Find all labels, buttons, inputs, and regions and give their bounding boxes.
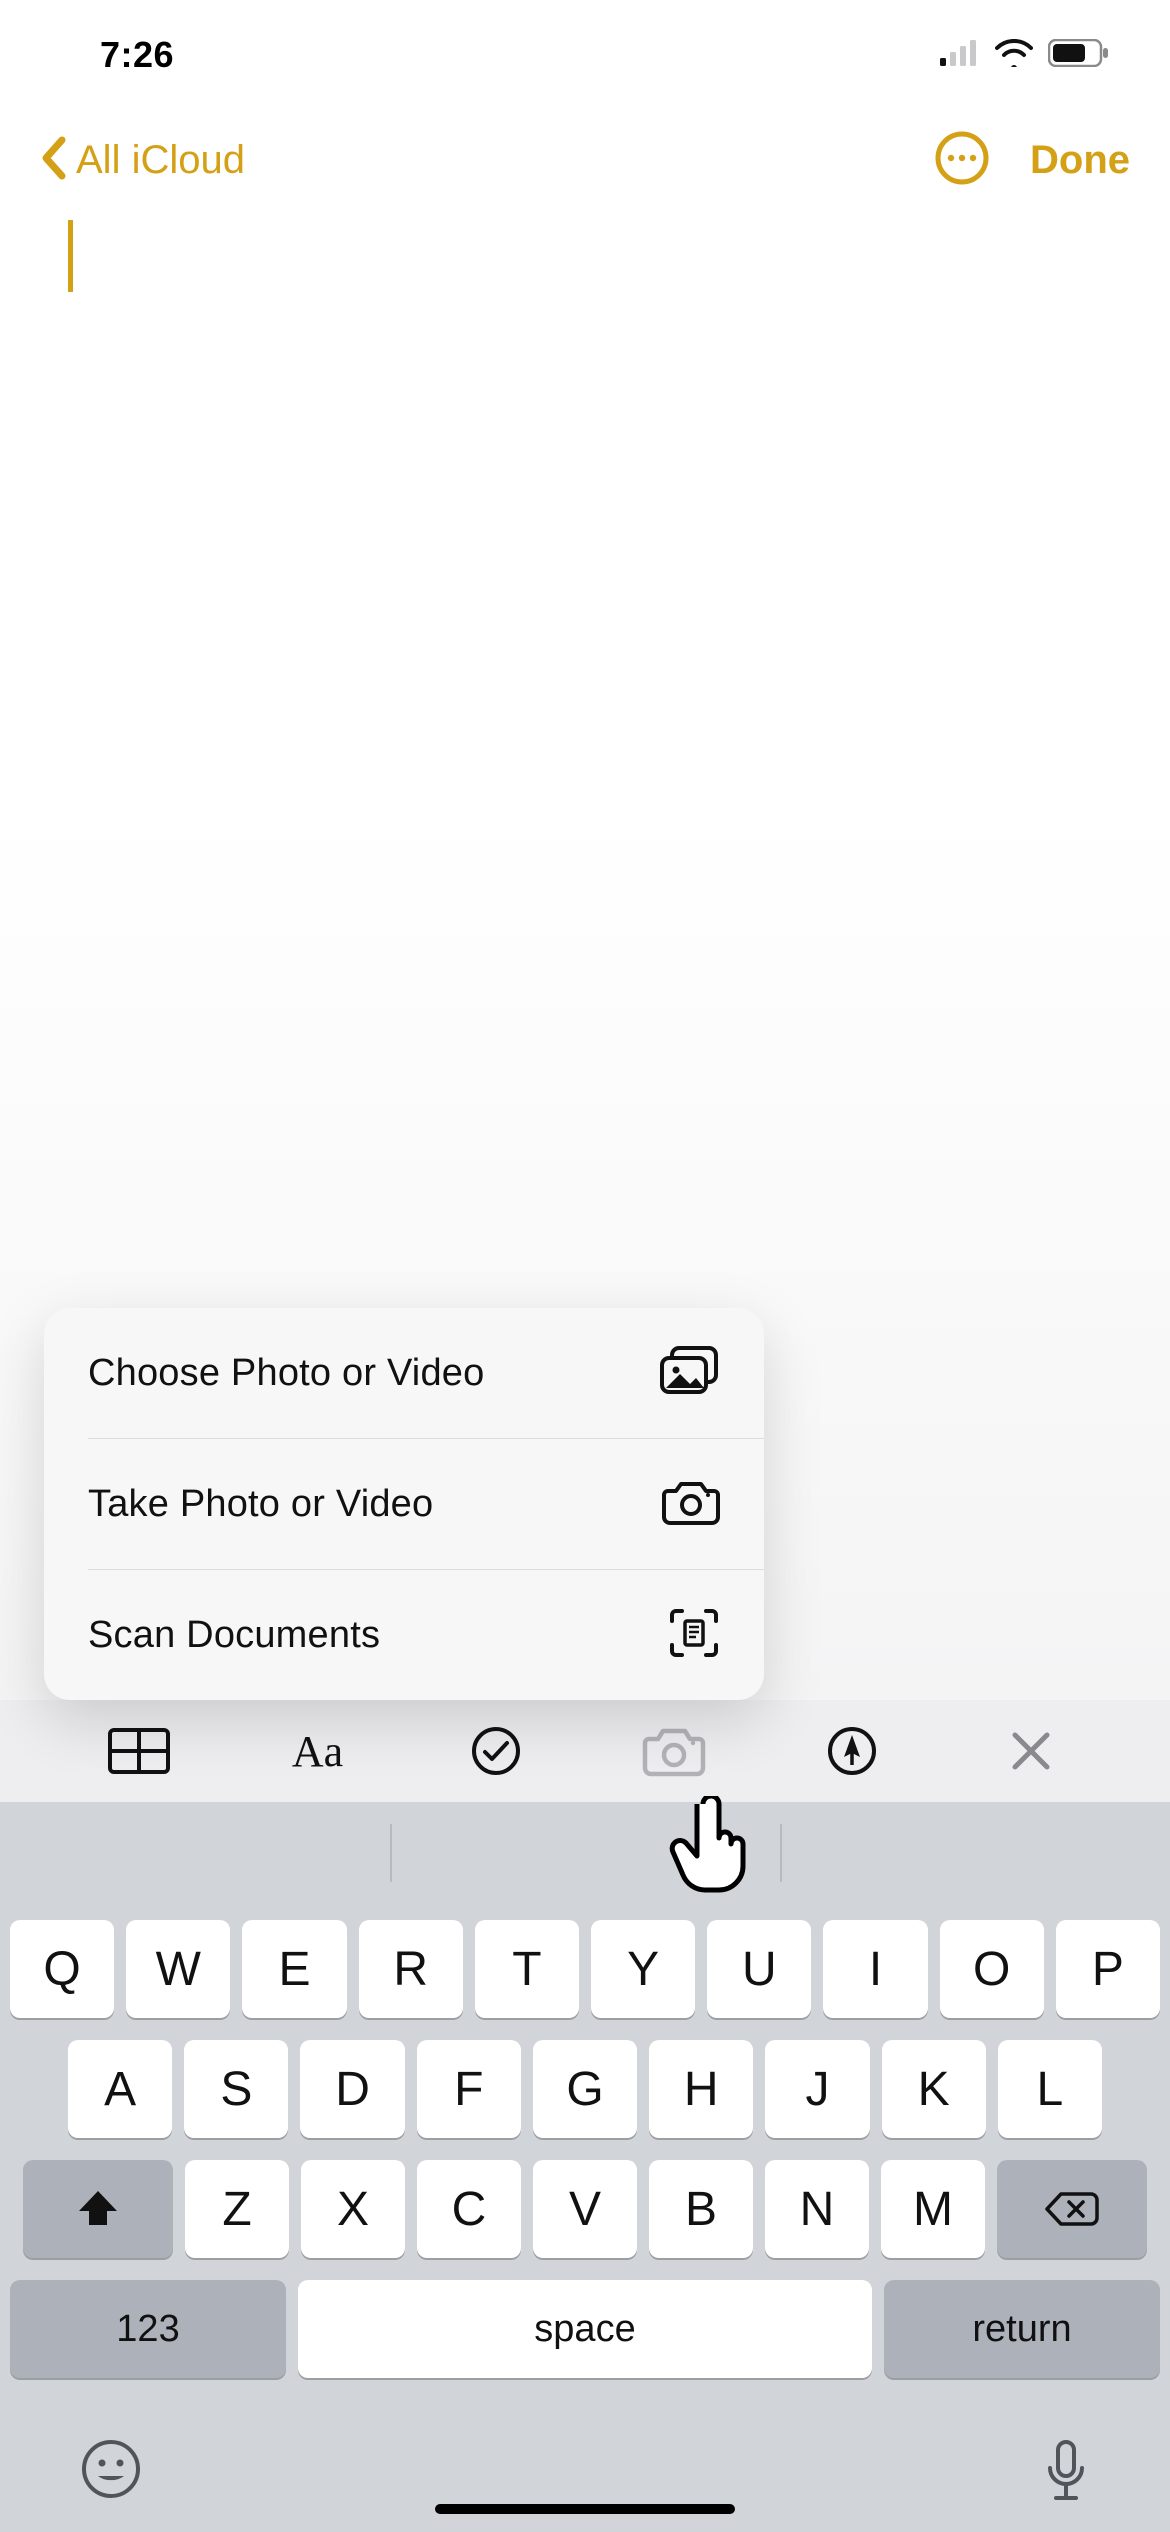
key-j[interactable]: J — [765, 2040, 869, 2138]
shift-icon — [77, 2189, 119, 2229]
key-z[interactable]: Z — [185, 2160, 289, 2258]
microphone-icon — [1042, 2438, 1090, 2506]
checkmark-circle-icon — [470, 1725, 522, 1777]
dictate-button[interactable] — [1042, 2438, 1090, 2511]
keyboard: QWERTYUIOP ASDFGHJKL ZXCVBNM 123 space r… — [0, 1904, 1170, 2532]
pen-circle-icon — [826, 1725, 878, 1777]
format-toolbar: Aa — [0, 1700, 1170, 1802]
close-icon — [1009, 1729, 1053, 1773]
status-indicators — [940, 39, 1110, 72]
key-y[interactable]: Y — [591, 1920, 695, 2018]
text-cursor — [68, 220, 73, 292]
close-toolbar-button[interactable] — [991, 1711, 1071, 1791]
key-c[interactable]: C — [417, 2160, 521, 2258]
key-a[interactable]: A — [68, 2040, 172, 2138]
menu-item-label: Choose Photo or Video — [88, 1352, 484, 1395]
emoji-icon — [80, 2438, 142, 2500]
key-u[interactable]: U — [707, 1920, 811, 2018]
pointer-hand-icon — [665, 1796, 755, 1901]
key-f[interactable]: F — [417, 2040, 521, 2138]
key-t[interactable]: T — [475, 1920, 579, 2018]
chevron-left-icon — [40, 136, 70, 185]
menu-choose-photo[interactable]: Choose Photo or Video — [44, 1308, 764, 1438]
done-button[interactable]: Done — [1030, 138, 1130, 183]
camera-button[interactable] — [634, 1711, 714, 1791]
key-v[interactable]: V — [533, 2160, 637, 2258]
key-x[interactable]: X — [301, 2160, 405, 2258]
key-k[interactable]: K — [882, 2040, 986, 2138]
nav-bar: All iCloud Done — [0, 110, 1170, 210]
note-editor[interactable]: Choose Photo or Video Take Photo or Vide… — [0, 210, 1170, 1700]
menu-item-label: Scan Documents — [88, 1614, 380, 1657]
key-q[interactable]: Q — [10, 1920, 114, 2018]
table-button[interactable] — [99, 1711, 179, 1791]
key-g[interactable]: G — [533, 2040, 637, 2138]
return-key[interactable]: return — [884, 2280, 1160, 2378]
backspace-key[interactable] — [997, 2160, 1147, 2258]
status-time: 7:26 — [100, 34, 174, 76]
status-bar: 7:26 — [0, 0, 1170, 110]
key-p[interactable]: P — [1056, 1920, 1160, 2018]
emoji-button[interactable] — [80, 2438, 142, 2511]
text-style-label: Aa — [292, 1726, 343, 1777]
key-e[interactable]: E — [242, 1920, 346, 2018]
back-label: All iCloud — [76, 138, 245, 183]
menu-take-photo[interactable]: Take Photo or Video — [44, 1439, 764, 1569]
key-m[interactable]: M — [881, 2160, 985, 2258]
attach-menu: Choose Photo or Video Take Photo or Vide… — [44, 1308, 764, 1700]
checklist-button[interactable] — [456, 1711, 536, 1791]
battery-icon — [1048, 39, 1110, 72]
key-w[interactable]: W — [126, 1920, 230, 2018]
scan-document-icon — [668, 1607, 720, 1664]
key-o[interactable]: O — [940, 1920, 1044, 2018]
gallery-icon — [658, 1346, 720, 1401]
table-icon — [107, 1727, 171, 1775]
menu-item-label: Take Photo or Video — [88, 1483, 433, 1526]
space-key[interactable]: space — [298, 2280, 872, 2378]
back-button[interactable]: All iCloud — [40, 136, 245, 185]
key-label: 123 — [116, 2308, 179, 2351]
numbers-key[interactable]: 123 — [10, 2280, 286, 2378]
key-label: space — [534, 2308, 635, 2351]
key-b[interactable]: B — [649, 2160, 753, 2258]
wifi-icon — [994, 39, 1034, 72]
predictive-bar[interactable] — [0, 1802, 1170, 1904]
home-indicator[interactable] — [435, 2504, 735, 2514]
markup-button[interactable] — [812, 1711, 892, 1791]
key-l[interactable]: L — [998, 2040, 1102, 2138]
key-n[interactable]: N — [765, 2160, 869, 2258]
camera-icon — [662, 1479, 720, 1530]
key-i[interactable]: I — [823, 1920, 927, 2018]
key-label: return — [972, 2308, 1071, 2351]
menu-scan-documents[interactable]: Scan Documents — [44, 1570, 764, 1700]
key-d[interactable]: D — [300, 2040, 404, 2138]
camera-icon — [641, 1725, 707, 1777]
shift-key[interactable] — [23, 2160, 173, 2258]
key-h[interactable]: H — [649, 2040, 753, 2138]
backspace-icon — [1045, 2190, 1099, 2228]
text-style-button[interactable]: Aa — [277, 1711, 357, 1791]
more-button[interactable] — [934, 130, 990, 191]
key-r[interactable]: R — [359, 1920, 463, 2018]
cellular-icon — [940, 40, 980, 71]
key-s[interactable]: S — [184, 2040, 288, 2138]
